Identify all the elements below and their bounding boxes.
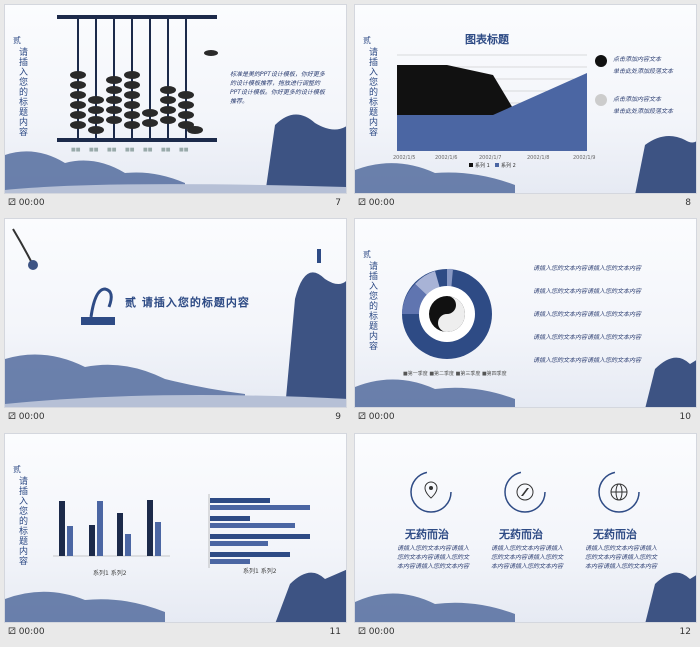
slide-7-footer: ⚂ 00:00 7	[4, 196, 347, 212]
card-1-body: 请插入您的文本内容请插入您的文本内容请插入您的文本内容请插入您的文本内容	[397, 545, 470, 570]
time-label: ⚂ 00:00	[8, 412, 45, 422]
svg-text:■■: ■■	[125, 147, 135, 153]
time-label: ⚂ 00:00	[8, 627, 45, 637]
time-label: ⚂ 00:00	[8, 198, 45, 208]
slide-number: 8	[685, 198, 691, 208]
svg-text:■■: ■■	[89, 147, 99, 153]
bar-charts	[5, 494, 346, 622]
row-5: 请插入您的文本内容请插入您的文本内容	[533, 357, 642, 364]
body-text: 标准是美的PPT设计模板，你好更多的设计模板推荐，拖放进行调整的PPT设计模板。…	[230, 71, 325, 105]
row-2: 请插入您的文本内容请插入您的文本内容	[533, 288, 642, 295]
slide-thumbnail-11[interactable]: 贰 请插入您的标题内容 系列1 系列2 系列1 系列2 ⚂ 00:00 11	[4, 433, 347, 643]
time-label: ⚂ 00:00	[358, 627, 395, 637]
time-value: 00:00	[18, 627, 45, 637]
svg-text:■■: ■■	[107, 147, 117, 153]
svg-text:■第一季度 ■第二季度 ■第三季度 ■第四季度: ■第一季度 ■第二季度 ■第三季度 ■第四季度	[403, 370, 507, 377]
slide-7-canvas: 贰 请插入您的标题内容 ■■ ■■ ■■ ■■ ■■ ■■ ■■ 标准是美的PP…	[4, 4, 347, 194]
time-value: 00:00	[368, 627, 395, 637]
svg-text:■■: ■■	[71, 147, 81, 153]
landscape-art	[5, 228, 346, 407]
globe-icon	[610, 483, 628, 501]
card-3-title: 无药而治	[593, 528, 637, 541]
slide-number: 10	[679, 412, 691, 422]
legend-left: 系列1 系列2	[93, 570, 127, 577]
slide-sorter-grid: 贰 请插入您的标题内容 ■■ ■■ ■■ ■■ ■■ ■■ ■■ 标准是美的PP…	[0, 0, 700, 647]
svg-text:■■: ■■	[143, 147, 153, 153]
slide-11-canvas: 贰 请插入您的标题内容 系列1 系列2 系列1 系列2	[4, 433, 347, 623]
row-3: 请插入您的文本内容请插入您的文本内容	[533, 311, 642, 318]
slide-thumbnail-12[interactable]: 无药而治 无药而治 无药而治 请插入您的文本内容请插入您的文本内容请插入您的文本…	[354, 433, 697, 643]
row-1: 请插入您的文本内容请插入您的文本内容	[533, 265, 642, 272]
slide-8-canvas: 贰 请插入您的标题内容 图表标题 2002/1/5 2002/1/6 2002/1/…	[354, 4, 697, 194]
item-3: 点击添加内容文本	[613, 96, 662, 103]
x-tick-2: 2002/1/7	[479, 155, 501, 161]
item-4: 单击此处添加段落文本	[613, 108, 674, 115]
slide-number: 7	[335, 198, 341, 208]
svg-text:■■: ■■	[179, 147, 189, 153]
slide-11-footer: ⚂ 00:00 11	[4, 625, 347, 641]
slide-8-footer: ⚂ 00:00 8	[354, 196, 697, 212]
slide-thumbnail-8[interactable]: 贰 请插入您的标题内容 图表标题 2002/1/5 2002/1/6 2002/1/…	[354, 4, 697, 214]
slide-12-footer: ⚂ 00:00 12	[354, 625, 697, 641]
location-icon	[424, 481, 438, 499]
card-1-title: 无药而治	[405, 528, 449, 541]
time-value: 00:00	[18, 198, 45, 208]
slide-thumbnail-7[interactable]: 贰 请插入您的标题内容 ■■ ■■ ■■ ■■ ■■ ■■ ■■ 标准是美的PP…	[4, 4, 347, 214]
compass-icon	[516, 483, 534, 501]
slide-12-canvas: 无药而治 无药而治 无药而治 请插入您的文本内容请插入您的文本内容请插入您的文本…	[354, 433, 697, 623]
slide-9-footer: ⚂ 00:00 9	[4, 410, 347, 426]
legend-right: 系列1 系列2	[243, 568, 277, 575]
x-tick-0: 2002/1/5	[393, 155, 415, 161]
card-2-body: 请插入您的文本内容请插入您的文本内容请插入您的文本内容请插入您的文本内容	[491, 545, 564, 570]
card-2-title: 无药而治	[499, 528, 543, 541]
time-value: 00:00	[368, 198, 395, 208]
time-label: ⚂ 00:00	[358, 412, 395, 422]
slide-title: 贰 请插入您的标题内容	[125, 296, 250, 309]
time-value: 00:00	[18, 412, 45, 422]
card-3-body: 请插入您的文本内容请插入您的文本内容请插入您的文本内容请插入您的文本内容	[585, 545, 658, 570]
slide-number: 9	[335, 412, 341, 422]
slide-thumbnail-9[interactable]: 贰 请插入您的标题内容 ⚂ 00:00 9	[4, 218, 347, 428]
item-2: 单击此处添加段落文本	[613, 68, 674, 75]
slide-number: 11	[329, 627, 341, 637]
slide-9-canvas: 贰 请插入您的标题内容	[4, 218, 347, 408]
time-label: ⚂ 00:00	[358, 198, 395, 208]
slide-10-footer: ⚂ 00:00 10	[354, 410, 697, 426]
slide-number: 12	[679, 627, 691, 637]
slide-10-canvas: 贰 请插入您的标题内容 ■第一季度 ■第二季度 ■第三季度 ■第四季度 请插入您…	[354, 218, 697, 408]
x-tick-1: 2002/1/6	[435, 155, 457, 161]
legend-2: 系列 2	[501, 162, 516, 169]
x-tick-4: 2002/1/9	[573, 155, 595, 161]
time-value: 00:00	[368, 412, 395, 422]
legend-1: 系列 1	[475, 162, 490, 169]
slide-thumbnail-10[interactable]: 贰 请插入您的标题内容 ■第一季度 ■第二季度 ■第三季度 ■第四季度 请插入您…	[354, 218, 697, 428]
svg-text:■■: ■■	[161, 147, 171, 153]
x-tick-3: 2002/1/8	[527, 155, 549, 161]
row-4: 请插入您的文本内容请插入您的文本内容	[533, 334, 642, 341]
item-1: 点击添加内容文本	[613, 56, 662, 63]
